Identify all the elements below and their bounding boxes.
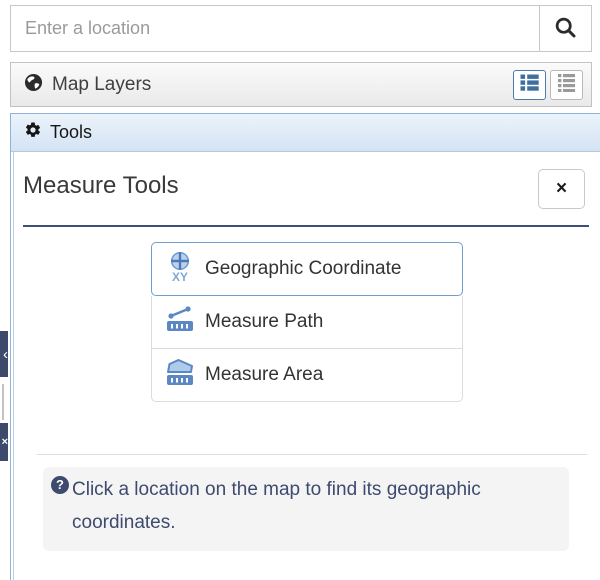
location-search-bar	[10, 5, 592, 52]
list-compact-icon	[556, 72, 577, 97]
geographic-coordinate-button[interactable]: XY Geographic Coordinate	[151, 242, 463, 296]
search-icon	[554, 16, 577, 42]
tool-button-label: Geographic Coordinate	[205, 258, 402, 279]
tools-header[interactable]: Tools	[11, 114, 600, 152]
gear-icon	[24, 121, 42, 144]
panel-close-tab[interactable]: ×	[0, 423, 8, 461]
help-text: Click a location on the map to find its …	[72, 479, 481, 533]
question-mark-icon: ?	[51, 476, 69, 494]
measure-area-button[interactable]: Measure Area	[151, 349, 463, 402]
search-button[interactable]	[539, 6, 591, 51]
compact-list-view-toggle[interactable]	[550, 69, 583, 100]
tools-title: Tools	[50, 122, 93, 142]
svg-text:XY: XY	[172, 270, 188, 282]
panel-collapse-tab[interactable]: ‹	[0, 331, 8, 377]
map-layers-title: Map Layers	[52, 73, 152, 95]
section-divider	[37, 454, 587, 455]
measure-tools-window: Measure Tools × XY Geographic Coordinate	[11, 152, 600, 579]
search-input[interactable]	[11, 6, 539, 51]
list-detailed-icon	[519, 72, 540, 97]
measure-tool-button-group: XY Geographic Coordinate Measure Path Me…	[151, 242, 463, 402]
globe-icon	[24, 73, 43, 97]
scrollbar-thumb[interactable]	[2, 384, 4, 420]
tool-button-label: Measure Area	[205, 364, 324, 385]
measure-area-icon	[165, 357, 195, 393]
measure-tools-title: Measure Tools	[23, 172, 179, 199]
measure-tools-sidebar: Map Layers	[0, 0, 600, 580]
measure-path-icon	[165, 305, 195, 339]
tools-panel: Tools Measure Tools × XY Geographic Coor…	[10, 113, 600, 580]
tool-button-label: Measure Path	[205, 311, 324, 332]
map-layers-header[interactable]: Map Layers	[10, 62, 592, 107]
geographic-coordinate-icon: XY	[165, 250, 195, 288]
detailed-list-view-toggle[interactable]	[513, 69, 546, 100]
help-message-box: ? Click a location on the map to find it…	[43, 467, 569, 551]
close-button[interactable]: ×	[538, 169, 585, 209]
measure-path-button[interactable]: Measure Path	[151, 296, 463, 349]
title-divider	[23, 225, 589, 227]
